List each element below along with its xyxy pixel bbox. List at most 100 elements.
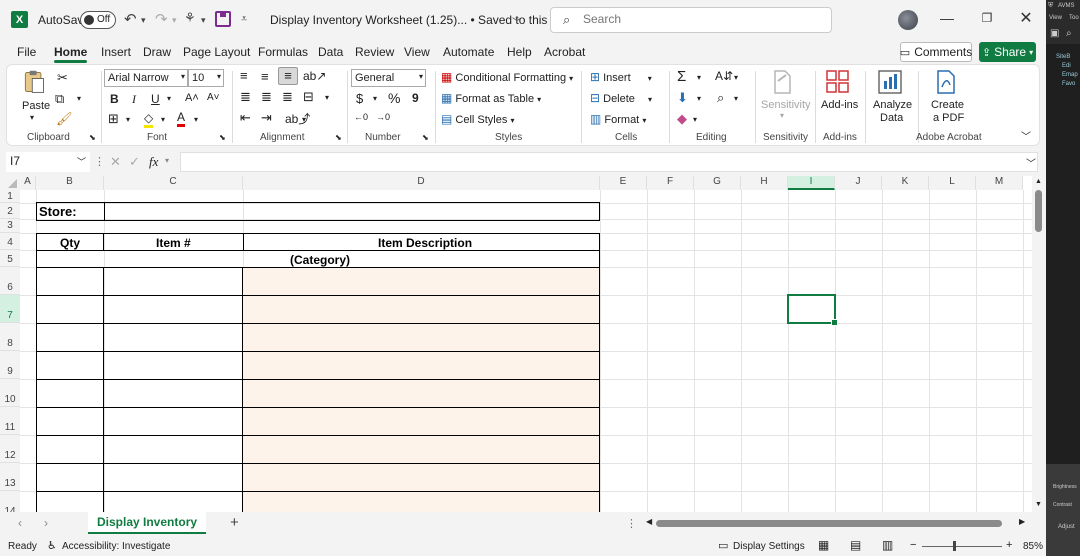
side-item-sitebox[interactable]: SiteB xyxy=(1056,54,1070,60)
side-menu-tools[interactable]: Too xyxy=(1069,15,1079,21)
collapse-ribbon-icon[interactable]: ﹀ xyxy=(1021,128,1031,143)
find-select-icon[interactable]: ⌕ xyxy=(717,90,724,106)
cell-styles-button[interactable]: ▤ Cell Styles ▾ xyxy=(441,112,514,126)
name-box[interactable]: I7 ﹀ xyxy=(6,152,90,172)
comma-button[interactable]: 9 xyxy=(412,91,419,105)
analyze-line2[interactable]: Data xyxy=(880,112,903,124)
active-cell-i7[interactable] xyxy=(787,294,838,326)
sensitivity-button[interactable]: Sensitivity xyxy=(761,99,811,111)
tab-data[interactable]: Data xyxy=(318,45,343,59)
paste-dropdown-icon[interactable]: ▾ xyxy=(30,113,34,122)
prev-sheet-icon[interactable]: ‹ xyxy=(18,516,22,530)
scroll-down-icon[interactable]: ▼ xyxy=(1035,501,1042,508)
tab-draw[interactable]: Draw xyxy=(143,45,171,59)
column-header-d[interactable]: D xyxy=(243,176,600,190)
row-header-11[interactable]: 11 xyxy=(0,407,20,435)
direction-dropdown-icon[interactable]: ▾ xyxy=(302,115,306,124)
paste-label[interactable]: Paste xyxy=(22,100,50,112)
copy-icon[interactable]: ⧉ xyxy=(55,91,64,107)
tab-page-layout[interactable]: Page Layout xyxy=(183,45,250,59)
font-color-button[interactable]: A xyxy=(177,110,186,127)
tab-help[interactable]: Help xyxy=(507,45,532,59)
add-sheet-icon[interactable]: + xyxy=(230,514,239,531)
fill-dropdown-icon[interactable]: ▾ xyxy=(697,94,701,103)
row-header-9[interactable]: 9 xyxy=(0,351,20,379)
redo-dropdown-icon[interactable]: ▾ xyxy=(172,15,177,26)
bottom-align-icon[interactable]: ≡ xyxy=(278,67,298,85)
autosum-dropdown-icon[interactable]: ▾ xyxy=(697,73,701,82)
paste-icon[interactable] xyxy=(21,69,47,95)
clipboard-launcher-icon[interactable]: ⬊ xyxy=(89,133,96,142)
column-header-k[interactable]: K xyxy=(882,176,929,190)
delete-cells-button[interactable]: ⊟ Delete ▾ xyxy=(590,91,652,105)
share-button[interactable]: ⇪ Share ▾ xyxy=(979,42,1036,62)
shrink-font-button[interactable]: A˅ xyxy=(207,92,220,103)
undo-icon[interactable]: ↶ xyxy=(124,10,137,28)
increase-indent-icon[interactable]: ⇥ xyxy=(261,110,272,126)
comments-button[interactable]: ▭ Comments xyxy=(900,42,972,62)
clear-dropdown-icon[interactable]: ▾ xyxy=(693,115,697,124)
analyze-line1[interactable]: Analyze xyxy=(873,99,912,111)
zoom-slider-thumb[interactable] xyxy=(953,541,956,551)
next-sheet-icon[interactable]: › xyxy=(44,516,48,530)
sensitivity-dropdown-icon[interactable]: ▾ xyxy=(780,111,784,120)
sensitivity-icon[interactable] xyxy=(769,69,795,95)
merge-dropdown-icon[interactable]: ▾ xyxy=(325,93,329,102)
row-header-10[interactable]: 10 xyxy=(0,379,20,407)
tab-home[interactable]: Home xyxy=(54,45,88,63)
autosum-icon[interactable]: Σ xyxy=(677,68,686,85)
autosave-toggle[interactable]: Off xyxy=(80,11,116,29)
customize-quick-access-icon[interactable]: ⩡ xyxy=(241,13,247,26)
sheet-tab-display-inventory[interactable]: Display Inventory xyxy=(88,512,207,534)
column-header-g[interactable]: G xyxy=(694,176,741,190)
cut-icon[interactable]: ✂ xyxy=(57,70,68,86)
side-item-favorites[interactable]: Favo xyxy=(1062,81,1075,87)
font-name-combo[interactable]: Arial Narrow ▾ xyxy=(104,69,188,87)
user-avatar[interactable] xyxy=(898,10,918,30)
format-painter-icon[interactable]: 🖌 xyxy=(56,111,73,127)
adjust-button[interactable]: Adjust xyxy=(1058,524,1075,530)
inventory-table-body[interactable] xyxy=(36,267,600,512)
expand-formula-icon[interactable]: ﹀ xyxy=(1026,155,1036,170)
create-pdf-line1[interactable]: Create xyxy=(931,99,964,111)
merge-center-icon[interactable]: ⊟ xyxy=(303,89,314,105)
row-header-1[interactable]: 1 xyxy=(0,190,20,203)
normal-view-icon[interactable]: ▦ xyxy=(818,538,829,552)
undo-dropdown-icon[interactable]: ▾ xyxy=(141,15,146,26)
align-center-icon[interactable]: ≣ xyxy=(261,89,272,105)
format-as-table-button[interactable]: ▦ Format as Table ▾ xyxy=(441,91,541,105)
tab-automate[interactable]: Automate xyxy=(443,45,494,59)
side-item-emap[interactable]: Emap xyxy=(1062,72,1078,78)
fx-chevron-icon[interactable]: ▾ xyxy=(165,156,169,165)
sort-filter-icon[interactable]: A⇵ xyxy=(715,69,733,83)
middle-align-icon[interactable]: ≡ xyxy=(261,69,269,84)
analyze-data-icon[interactable] xyxy=(877,69,903,95)
touch-mode-icon[interactable]: ⚘ xyxy=(184,10,196,26)
clear-icon[interactable]: ◆ xyxy=(677,111,687,127)
row-header-12[interactable]: 12 xyxy=(0,435,20,463)
horizontal-scroll-thumb[interactable] xyxy=(656,520,1002,527)
vertical-scroll-thumb[interactable] xyxy=(1035,190,1042,232)
search-box[interactable]: ⌕ xyxy=(550,7,832,33)
page-break-view-icon[interactable]: ▥ xyxy=(882,538,893,552)
title-chevron-down-icon[interactable]: ﹀ xyxy=(512,14,522,29)
accessibility-status[interactable]: Accessibility: Investigate xyxy=(62,541,170,552)
scroll-right-icon[interactable]: ▶ xyxy=(1019,517,1025,526)
row-header-3[interactable]: 3 xyxy=(0,219,20,233)
find-dropdown-icon[interactable]: ▾ xyxy=(734,94,738,103)
close-icon[interactable]: ✕ xyxy=(1016,8,1036,28)
currency-button[interactable]: $ xyxy=(356,91,363,106)
cancel-icon[interactable]: ✕ xyxy=(110,154,121,170)
scroll-left-icon[interactable]: ◀ xyxy=(646,517,652,526)
top-align-icon[interactable]: ≡ xyxy=(240,68,248,83)
column-header-j[interactable]: J xyxy=(835,176,882,190)
worksheet-grid[interactable]: A B C D E F G H I J K L M 1 2 3 4 5 6 7 … xyxy=(0,176,1032,512)
fill-dropdown-icon[interactable]: ▾ xyxy=(161,115,165,124)
number-format-combo[interactable]: General ▾ xyxy=(351,69,426,87)
format-cells-button[interactable]: ▥ Format ▾ xyxy=(590,112,646,126)
search-input[interactable] xyxy=(583,12,783,26)
store-value-cell[interactable] xyxy=(104,202,600,221)
decrease-decimal-button[interactable]: →0 xyxy=(376,112,390,122)
more-options-icon[interactable]: ⋮ xyxy=(94,155,105,168)
row-header-7[interactable]: 7 xyxy=(0,295,20,323)
